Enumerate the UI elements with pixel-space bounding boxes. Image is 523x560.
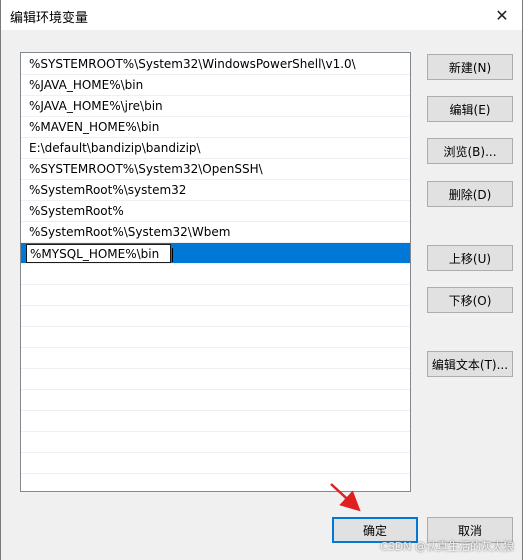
list-item[interactable]: %JAVA_HOME%\bin bbox=[21, 75, 410, 96]
watermark: CSDN @认真生活的灰太狼 bbox=[380, 540, 514, 553]
close-icon: ✕ bbox=[495, 5, 509, 25]
empty-row bbox=[21, 306, 410, 327]
title-bar: 编辑环境变量 ✕ bbox=[1, 0, 522, 30]
empty-row bbox=[21, 264, 410, 285]
list-item[interactable]: %SystemRoot%\system32 bbox=[21, 180, 410, 201]
list-item[interactable]: %MAVEN_HOME%\bin bbox=[21, 117, 410, 138]
edit-env-variable-dialog: 编辑环境变量 ✕ %SYSTEMROOT%\System32\WindowsPo… bbox=[0, 0, 523, 560]
empty-row bbox=[21, 432, 410, 453]
close-button[interactable]: ✕ bbox=[482, 0, 522, 30]
edit-button[interactable]: 编辑(E) bbox=[427, 96, 513, 122]
list-item[interactable]: %JAVA_HOME%\jre\bin bbox=[21, 96, 410, 117]
empty-row bbox=[21, 453, 410, 474]
new-button[interactable]: 新建(N) bbox=[427, 54, 513, 80]
empty-row bbox=[21, 348, 410, 369]
inline-edit-field[interactable]: %MYSQL_HOME%\bin bbox=[26, 244, 173, 263]
move-down-button[interactable]: 下移(O) bbox=[427, 287, 513, 313]
list-item[interactable]: E:\default\bandizip\bandizip\ bbox=[21, 138, 410, 159]
delete-button[interactable]: 删除(D) bbox=[427, 181, 513, 207]
list-item[interactable]: %SystemRoot%\System32\Wbem bbox=[21, 222, 410, 243]
list-item[interactable]: %SYSTEMROOT%\System32\OpenSSH\ bbox=[21, 159, 410, 180]
browse-button[interactable]: 浏览(B)... bbox=[427, 138, 513, 164]
path-list[interactable]: %SYSTEMROOT%\System32\WindowsPowerShell\… bbox=[20, 52, 411, 492]
edit-text-button[interactable]: 编辑文本(T)... bbox=[427, 351, 513, 377]
move-up-button[interactable]: 上移(U) bbox=[427, 245, 513, 271]
empty-row bbox=[21, 369, 410, 390]
text-caret bbox=[172, 248, 173, 262]
list-item-selected[interactable]: %MYSQL_HOME%\bin bbox=[21, 243, 410, 264]
empty-row bbox=[21, 411, 410, 432]
list-item[interactable]: %SYSTEMROOT%\System32\WindowsPowerShell\… bbox=[21, 54, 410, 75]
list-item[interactable]: %SystemRoot% bbox=[21, 201, 410, 222]
empty-row bbox=[21, 327, 410, 348]
window-title: 编辑环境变量 bbox=[10, 11, 89, 26]
empty-row bbox=[21, 390, 410, 411]
empty-row bbox=[21, 285, 410, 306]
